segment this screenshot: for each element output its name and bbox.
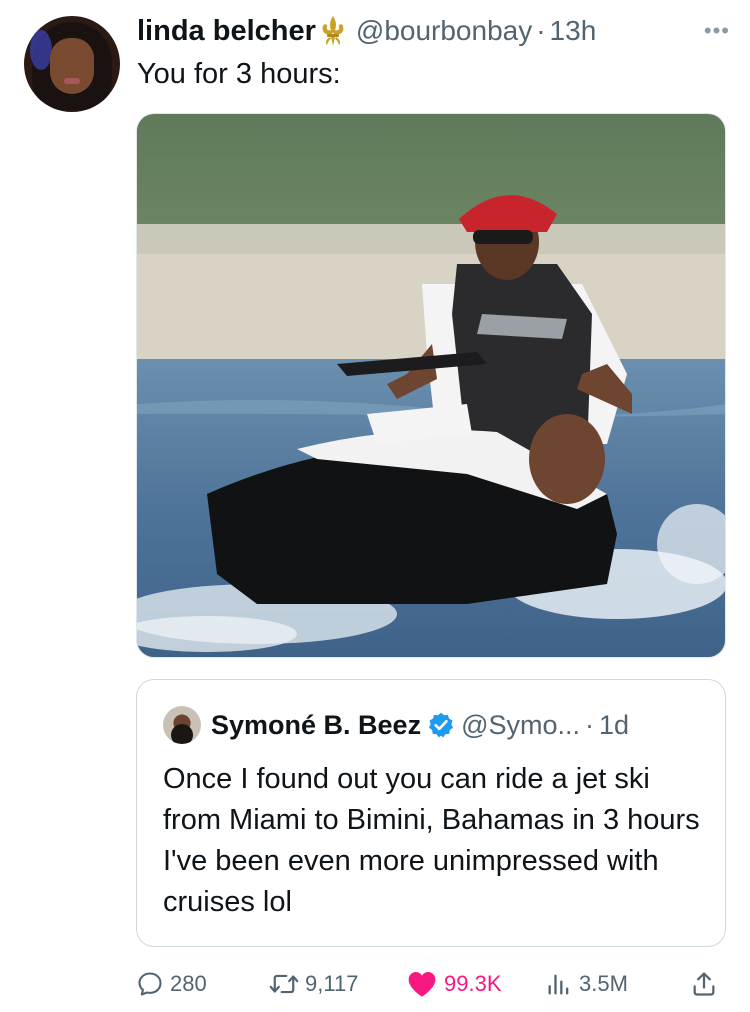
quoted-separator-dot: · [585, 709, 595, 740]
avatar-headband [30, 30, 52, 70]
heart-filled-icon [408, 972, 436, 997]
author-name[interactable]: linda belcher [137, 15, 316, 48]
retweet-count: 9,117 [305, 971, 359, 996]
tweet-text: You for 3 hours: [137, 58, 341, 90]
quoted-timestamp[interactable]: 1d [599, 710, 629, 741]
more-horizontal-icon[interactable]: ••• [704, 18, 730, 44]
reply-icon [138, 972, 162, 996]
author-handle[interactable]: @bourbonbay [356, 15, 532, 47]
separator-dot: · [536, 15, 546, 46]
avatar-lips [64, 78, 80, 84]
tweet-header: linda belcher @bourbonbay · 13h ••• [137, 10, 730, 52]
quoted-tweet[interactable]: Symoné B. Beez @Symo... · 1d Once I foun… [136, 679, 726, 947]
avatar-face [50, 38, 94, 94]
jet-ski-photo [137, 114, 725, 657]
author-avatar[interactable] [24, 16, 120, 112]
tweet-media-photo[interactable] [136, 113, 726, 658]
fleur-de-lis-icon [322, 16, 344, 46]
retweet-icon [269, 974, 299, 994]
quoted-author-avatar[interactable] [163, 706, 201, 744]
retweet-button[interactable]: 9,117 [269, 970, 358, 998]
view-count: 3.5M [579, 971, 628, 996]
share-button[interactable] [690, 970, 718, 998]
like-count: 99.3K [444, 971, 502, 996]
bar-chart-icon [548, 974, 569, 995]
verified-badge-icon [429, 712, 454, 738]
quoted-author-name[interactable]: Symoné B. Beez [211, 710, 421, 741]
tweet-action-bar: 280 9,117 99.3K 3.5M [136, 962, 726, 1006]
quoted-tweet-text: Once I found out you can ride a jet ski … [163, 763, 700, 918]
views-button[interactable]: 3.5M [545, 970, 628, 998]
reply-button[interactable]: 280 [136, 970, 207, 998]
share-icon [693, 972, 715, 996]
like-button[interactable]: 99.3K [406, 969, 502, 999]
quoted-author-handle[interactable]: @Symo... [461, 710, 580, 741]
quoted-tweet-header: Symoné B. Beez @Symo... · 1d [163, 706, 629, 744]
tweet-timestamp[interactable]: 13h [550, 15, 597, 47]
reply-count: 280 [170, 971, 207, 996]
